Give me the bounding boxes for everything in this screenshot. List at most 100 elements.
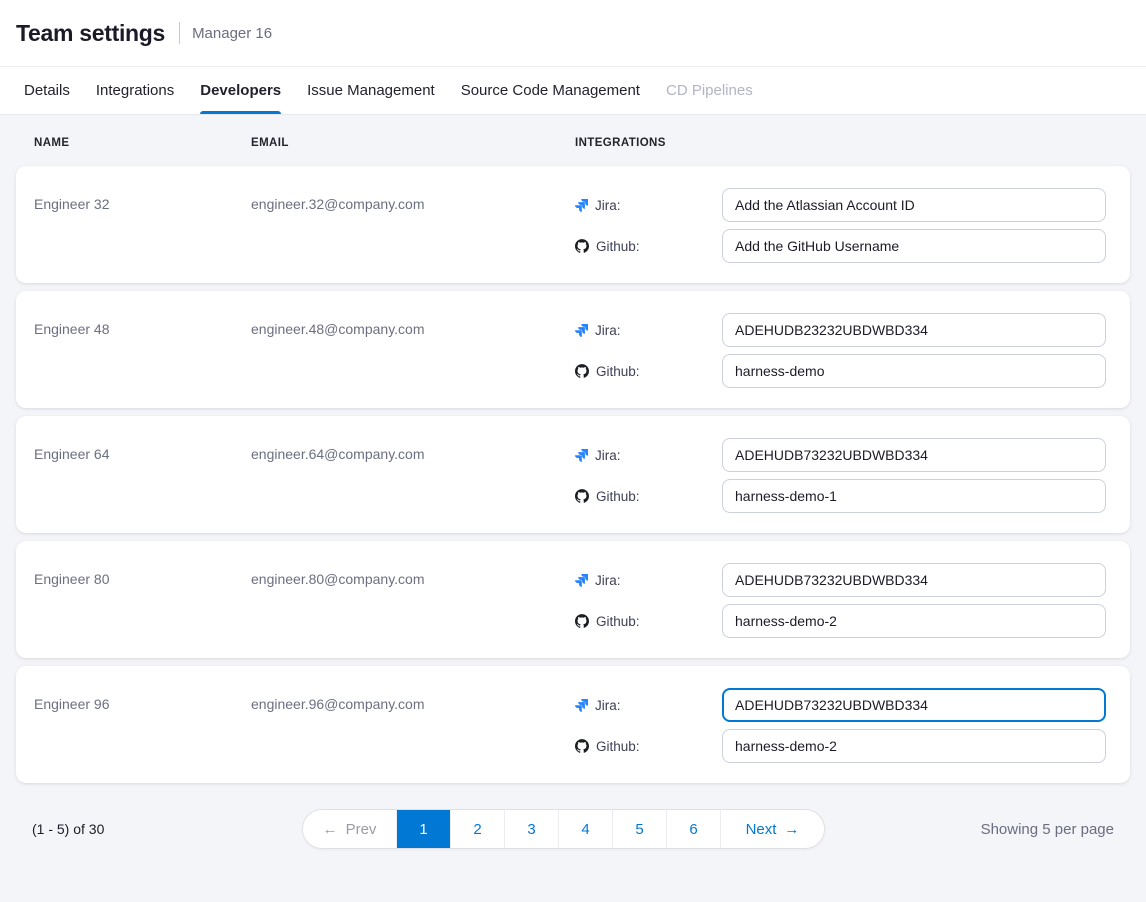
prev-page-button[interactable]: ← Prev <box>303 810 396 848</box>
prev-label: Prev <box>346 821 377 838</box>
github-label-text: Github: <box>596 364 640 379</box>
jira-label-text: Jira: <box>595 198 621 213</box>
next-page-button[interactable]: Next → <box>720 810 824 848</box>
github-username-input[interactable] <box>722 479 1106 513</box>
jira-icon <box>575 449 588 462</box>
column-header-integrations: INTEGRATIONS <box>575 137 1106 149</box>
github-username-input[interactable] <box>722 354 1106 388</box>
github-icon <box>575 239 589 253</box>
jira-label: Jira: <box>575 698 722 713</box>
tab-source-code-management[interactable]: Source Code Management <box>461 67 640 114</box>
jira-label: Jira: <box>575 448 722 463</box>
github-integration-row: Github: <box>575 604 1106 638</box>
jira-integration-row: Jira: <box>575 313 1106 347</box>
integrations-cell: Jira: Github: <box>575 563 1106 642</box>
jira-integration-row: Jira: <box>575 563 1106 597</box>
github-icon <box>575 364 589 378</box>
developer-email: engineer.32@company.com <box>251 188 575 267</box>
developer-email: engineer.80@company.com <box>251 563 575 642</box>
per-page-text: Showing 5 per page <box>981 821 1114 838</box>
tab-integrations[interactable]: Integrations <box>96 67 174 114</box>
integrations-cell: Jira: Github: <box>575 188 1106 267</box>
jira-label-text: Jira: <box>595 448 621 463</box>
jira-account-id-input[interactable] <box>722 438 1106 472</box>
page-subtitle: Manager 16 <box>192 25 272 42</box>
integrations-cell: Jira: Github: <box>575 313 1106 392</box>
developer-name: Engineer 80 <box>34 563 251 642</box>
github-label-text: Github: <box>596 239 640 254</box>
page-button-5[interactable]: 5 <box>612 810 666 848</box>
github-icon <box>575 739 589 753</box>
github-label-text: Github: <box>596 614 640 629</box>
table-row: Engineer 80 engineer.80@company.com Jira… <box>16 541 1130 658</box>
tab-details[interactable]: Details <box>24 67 70 114</box>
jira-account-id-input[interactable] <box>722 188 1106 222</box>
jira-account-id-input[interactable] <box>722 313 1106 347</box>
integrations-cell: Jira: Github: <box>575 438 1106 517</box>
github-integration-row: Github: <box>575 729 1106 763</box>
jira-account-id-input-focused[interactable] <box>722 688 1106 722</box>
developer-email: engineer.96@company.com <box>251 688 575 767</box>
developer-name: Engineer 96 <box>34 688 251 767</box>
jira-icon <box>575 199 588 212</box>
jira-icon <box>575 324 588 337</box>
jira-icon <box>575 574 588 587</box>
table-row: Engineer 48 engineer.48@company.com Jira… <box>16 291 1130 408</box>
app-header: Team settings Manager 16 <box>0 0 1146 67</box>
jira-account-id-input[interactable] <box>722 563 1106 597</box>
jira-label: Jira: <box>575 323 722 338</box>
pagination-bar: (1 - 5) of 30 ← Prev 1 2 3 4 5 6 Next → … <box>16 783 1130 849</box>
table-column-headers: NAME EMAIL INTEGRATIONS <box>16 137 1130 149</box>
github-label-text: Github: <box>596 739 640 754</box>
column-header-email: EMAIL <box>251 137 575 149</box>
github-username-input[interactable] <box>722 729 1106 763</box>
jira-label-text: Jira: <box>595 323 621 338</box>
table-row: Engineer 32 engineer.32@company.com Jira… <box>16 166 1130 283</box>
developer-rows: Engineer 32 engineer.32@company.com Jira… <box>16 166 1130 783</box>
github-integration-row: Github: <box>575 354 1106 388</box>
tab-developers[interactable]: Developers <box>200 67 281 114</box>
github-username-input[interactable] <box>722 229 1106 263</box>
github-username-input[interactable] <box>722 604 1106 638</box>
developer-email: engineer.48@company.com <box>251 313 575 392</box>
page-button-4[interactable]: 4 <box>558 810 612 848</box>
pagination-range-text: (1 - 5) of 30 <box>32 821 302 837</box>
right-arrow-icon: → <box>784 821 799 838</box>
github-label: Github: <box>575 739 722 754</box>
jira-label-text: Jira: <box>595 698 621 713</box>
jira-label: Jira: <box>575 198 722 213</box>
developer-email: engineer.64@company.com <box>251 438 575 517</box>
jira-integration-row: Jira: <box>575 438 1106 472</box>
page-button-2[interactable]: 2 <box>450 810 504 848</box>
jira-integration-row: Jira: <box>575 188 1106 222</box>
developer-name: Engineer 32 <box>34 188 251 267</box>
next-label: Next <box>746 821 777 838</box>
tab-cd-pipelines: CD Pipelines <box>666 67 753 114</box>
page-title: Team settings <box>16 20 165 47</box>
table-row: Engineer 96 engineer.96@company.com Jira… <box>16 666 1130 783</box>
jira-label-text: Jira: <box>595 573 621 588</box>
github-label: Github: <box>575 239 722 254</box>
pager: ← Prev 1 2 3 4 5 6 Next → <box>302 809 825 849</box>
page-button-1[interactable]: 1 <box>396 810 450 848</box>
jira-label: Jira: <box>575 573 722 588</box>
developer-name: Engineer 64 <box>34 438 251 517</box>
jira-integration-row: Jira: <box>575 688 1106 722</box>
developer-name: Engineer 48 <box>34 313 251 392</box>
tab-bar: Details Integrations Developers Issue Ma… <box>0 67 1146 115</box>
page-button-6[interactable]: 6 <box>666 810 720 848</box>
github-label: Github: <box>575 489 722 504</box>
column-header-name: NAME <box>34 137 251 149</box>
github-icon <box>575 489 589 503</box>
github-label-text: Github: <box>596 489 640 504</box>
github-integration-row: Github: <box>575 229 1106 263</box>
github-integration-row: Github: <box>575 479 1106 513</box>
left-arrow-icon: ← <box>323 821 338 838</box>
jira-icon <box>575 699 588 712</box>
tab-issue-management[interactable]: Issue Management <box>307 67 435 114</box>
integrations-cell: Jira: Github: <box>575 688 1106 767</box>
page-button-3[interactable]: 3 <box>504 810 558 848</box>
title-divider <box>179 22 180 44</box>
table-row: Engineer 64 engineer.64@company.com Jira… <box>16 416 1130 533</box>
developers-panel: NAME EMAIL INTEGRATIONS Engineer 32 engi… <box>0 115 1146 849</box>
